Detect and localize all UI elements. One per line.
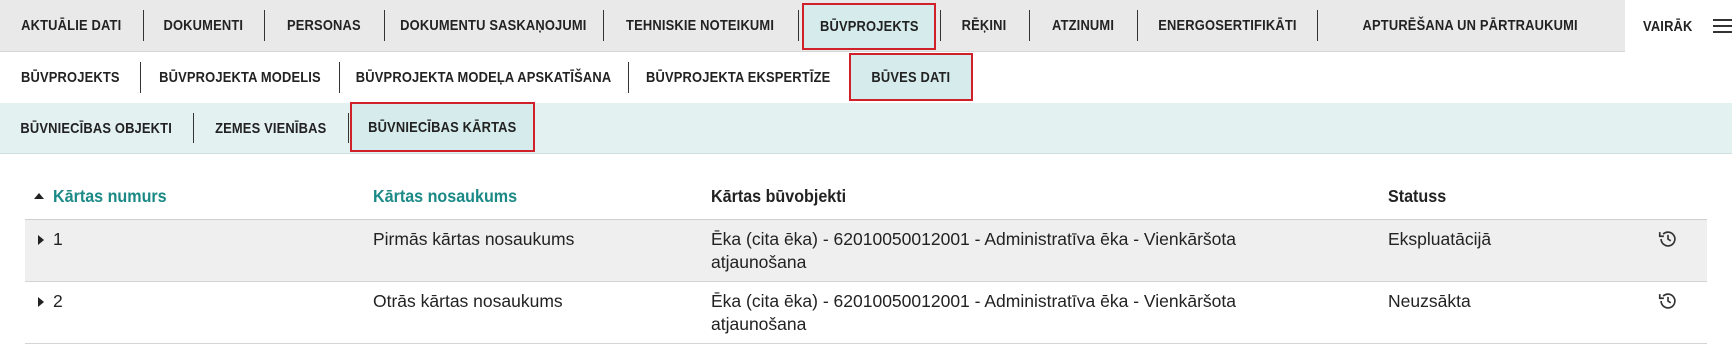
subtab-buvprojekta-modelis[interactable]: BŪVPROJEKTA MODELIS [140, 52, 339, 103]
more-label: VAIRĀK [1643, 17, 1693, 35]
history-icon[interactable] [1657, 228, 1679, 250]
cell-objects-line: atjaunošana [711, 252, 807, 272]
subtab-buvniecibas-objekti[interactable]: BŪVNIECĪBAS OBJEKTI [0, 103, 193, 153]
cell-objects: Ēka (cita ēka) - 62010050012001 - Admini… [711, 228, 1236, 274]
tab-label: BŪVNIECĪBAS KĀRTAS [368, 118, 517, 136]
tab-label: BŪVPROJEKTA EKSPERTĪZE [646, 69, 831, 86]
tab-label: RĒĶINI [962, 17, 1007, 34]
subtab-buvprojekta-ekspertize[interactable]: BŪVPROJEKTA EKSPERTĪZE [628, 52, 849, 103]
cell-name: Otrās kārtas nosaukums [373, 291, 563, 311]
tab-divider [348, 113, 349, 143]
cell-number: 2 [53, 291, 63, 311]
tab-aktualie-dati[interactable]: AKTUĀLIE DATI [0, 0, 143, 51]
table-row[interactable]: 1 Pirmās kārtas nosaukums Ēka (cita ēka)… [25, 220, 1707, 282]
subtab-buvprojekta-modela-apskatisana[interactable]: BŪVPROJEKTA MODEĻA APSKATĪŠANA [339, 52, 628, 103]
hamburger-icon [1712, 18, 1732, 34]
construction-stages-table: Kārtas numurs Kārtas nosaukums Kārtas bū… [25, 180, 1707, 344]
tab-label: APTURĒŠANA UN PĀRTRAUKUMI [1362, 17, 1578, 34]
tab-label: BŪVPROJEKTS [819, 18, 919, 35]
subtab-buvprojekts[interactable]: BŪVPROJEKTS [0, 52, 140, 103]
tab-label: PERSONAS [287, 17, 361, 34]
subtab-buves-dati[interactable]: BŪVES DATI [849, 53, 973, 101]
tab-label: ATZINUMI [1051, 17, 1115, 34]
tab-label: BŪVPROJEKTS [20, 69, 120, 86]
tab-dokumentu-saskanojumi[interactable]: DOKUMENTU SASKAŅOJUMI [384, 0, 603, 51]
tab-label: BŪVPROJEKTA MODEĻA APSKATĪŠANA [355, 69, 612, 86]
tab-label: DOKUMENTI [163, 17, 244, 34]
tab-atzinumi[interactable]: ATZINUMI [1029, 0, 1137, 51]
more-menu-button[interactable]: VAIRĀK [1625, 0, 1732, 52]
tab-dokumenti[interactable]: DOKUMENTI [143, 0, 264, 51]
tab-label: DOKUMENTU SASKAŅOJUMI [400, 17, 587, 34]
tab-label: BŪVES DATI [871, 68, 951, 86]
tab-divider [798, 10, 799, 41]
expand-caret-icon[interactable] [38, 297, 44, 307]
tab-label: BŪVNIECĪBAS OBJEKTI [20, 119, 173, 137]
table-row[interactable]: 2 Otrās kārtas nosaukums Ēka (cita ēka) … [25, 282, 1707, 344]
cell-objects-line: Ēka (cita ēka) - 62010050012001 - Admini… [711, 291, 1236, 311]
tab-buvprojekts[interactable]: BŪVPROJEKTS [802, 3, 936, 50]
tab-label: ENERGOSERTIFIKĀTI [1157, 17, 1297, 34]
tab-tehniskie-noteikumi[interactable]: TEHNISKIE NOTEIKUMI [603, 0, 798, 51]
expand-caret-icon[interactable] [38, 235, 44, 245]
cell-status: Neuzsākta [1388, 291, 1471, 311]
column-header-status: Statuss [1388, 186, 1447, 206]
column-header-objects: Kārtas būvobjekti [711, 186, 847, 206]
secondary-nav: BŪVPROJEKTS BŪVPROJEKTA MODELIS BŪVPROJE… [0, 52, 1732, 103]
tab-label: TEHNISKIE NOTEIKUMI [626, 17, 775, 34]
tertiary-nav: BŪVNIECĪBAS OBJEKTI ZEMES VIENĪBAS BŪVNI… [0, 102, 1732, 154]
subtab-zemes-vienibas[interactable]: ZEMES VIENĪBAS [193, 103, 348, 153]
tab-label: BŪVPROJEKTA MODELIS [158, 69, 321, 86]
sort-ascending-icon[interactable] [34, 193, 44, 199]
primary-nav: AKTUĀLIE DATI DOKUMENTI PERSONAS DOKUMEN… [0, 0, 1732, 52]
cell-status: Ekspluatācijā [1388, 229, 1492, 249]
cell-name: Pirmās kārtas nosaukums [373, 229, 575, 249]
tab-label: AKTUĀLIE DATI [21, 17, 122, 34]
column-header-name[interactable]: Kārtas nosaukums [373, 186, 517, 207]
cell-objects: Ēka (cita ēka) - 62010050012001 - Admini… [711, 290, 1236, 336]
tab-rekini[interactable]: RĒĶINI [940, 0, 1029, 51]
cell-objects-line: atjaunošana [711, 314, 807, 334]
cell-number: 1 [53, 229, 63, 249]
tab-label: ZEMES VIENĪBAS [214, 119, 327, 137]
subtab-buvniecibas-kartas[interactable]: BŪVNIECĪBAS KĀRTAS [350, 102, 535, 152]
table-header: Kārtas numurs Kārtas nosaukums Kārtas bū… [25, 180, 1707, 220]
column-header-number[interactable]: Kārtas numurs [53, 186, 167, 207]
history-icon[interactable] [1657, 290, 1679, 312]
tab-energosertifikati[interactable]: ENERGOSERTIFIKĀTI [1137, 0, 1317, 51]
cell-objects-line: Ēka (cita ēka) - 62010050012001 - Admini… [711, 229, 1236, 249]
tab-apturesana-un-partraukumi[interactable]: APTURĒŠANA UN PĀRTRAUKUMI [1317, 0, 1623, 51]
tab-personas[interactable]: PERSONAS [264, 0, 384, 51]
